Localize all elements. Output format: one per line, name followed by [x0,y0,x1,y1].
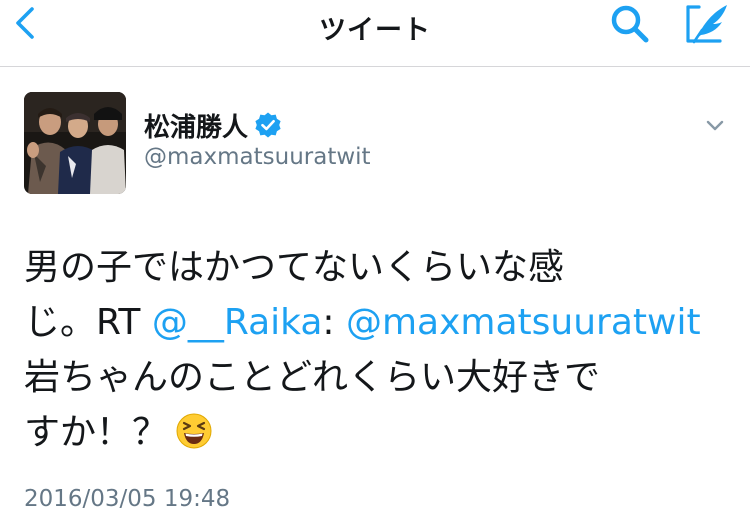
tweet-text-segment: すか！？ [24,412,169,453]
tweet-text-segment: : [322,302,346,343]
laughing-face-emoji-icon [176,413,212,449]
compose-icon [686,5,727,44]
verified-badge-icon [255,112,281,138]
mention-link[interactable]: @maxmatsuuratwit [346,302,701,343]
tweet-text-line: すか！？ [24,405,724,460]
tweet-text-line: 岩ちゃんのことどれくらい大好きで [24,357,601,398]
avatar-photo [24,92,126,194]
chevron-down-icon [706,120,724,131]
author-name-row[interactable]: 松浦勝人 [144,107,282,144]
tweet-timestamp[interactable]: 2016/03/05 19:48 [24,486,230,512]
author-display-name[interactable]: 松浦勝人 [144,107,248,144]
navigation-bar: ツイート [0,0,750,67]
tweet-text-line: じ。RT @__Raika: @maxmatsuuratwit [24,295,724,350]
compose-tweet-button[interactable] [683,2,733,46]
tweet-text-segment: じ。RT [24,302,152,343]
author-handle[interactable]: @maxmatsuuratwit [144,144,371,170]
tweet-text: 男の子ではかつてないくらいな感 じ。RT @__Raika: @maxmatsu… [24,240,724,460]
mention-link[interactable]: @__Raika [152,302,323,343]
tweet-options-button[interactable] [700,112,730,140]
search-button[interactable] [604,2,656,46]
tweet-text-line: 男の子ではかつてないくらいな感 [24,247,565,288]
avatar[interactable] [24,92,126,194]
search-icon [611,5,649,43]
